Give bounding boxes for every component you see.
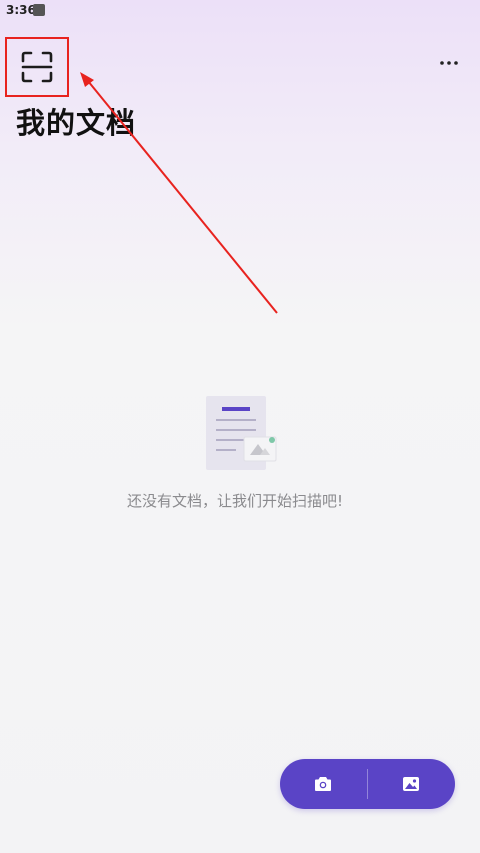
status-time: 3:36 <box>6 3 36 17</box>
status-bar: 3:36 <box>0 0 480 22</box>
gallery-button[interactable] <box>368 759 455 809</box>
more-horizontal-icon <box>440 61 458 65</box>
empty-state-message: 还没有文档，让我们开始扫描吧! <box>126 492 343 510</box>
capture-action-bar <box>280 759 455 809</box>
empty-state-illustration <box>204 395 280 475</box>
camera-button[interactable] <box>280 759 367 809</box>
image-icon <box>403 777 419 791</box>
notification-icon <box>33 4 45 16</box>
scan-frame-icon <box>21 51 53 83</box>
scan-button[interactable] <box>5 37 69 97</box>
document-illustration-icon <box>206 396 277 470</box>
more-options-button[interactable] <box>434 54 464 76</box>
page-title: 我的文档 <box>16 106 137 140</box>
camera-icon <box>315 777 331 791</box>
